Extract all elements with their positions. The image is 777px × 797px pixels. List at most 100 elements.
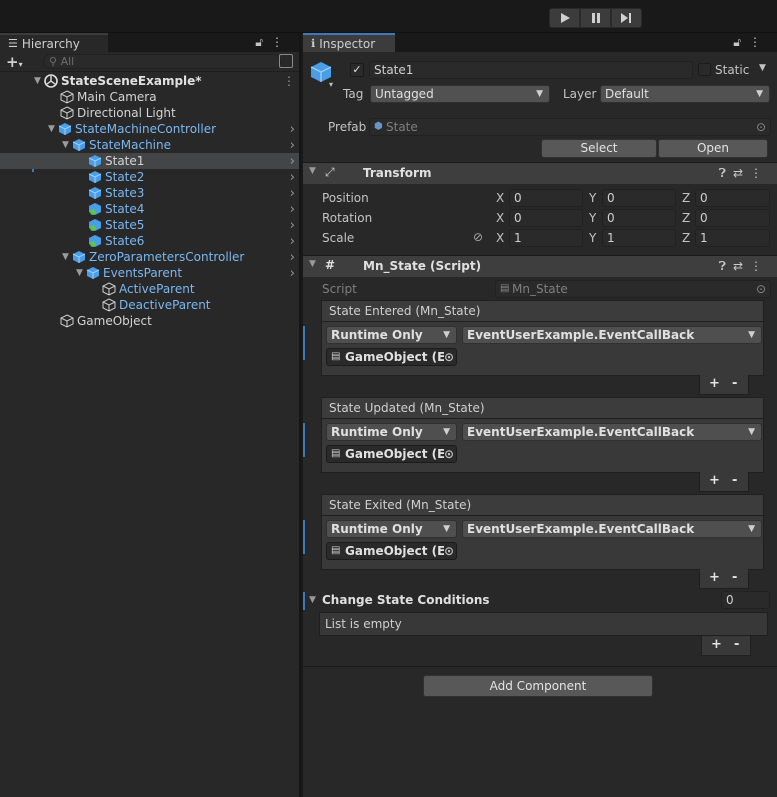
- scale-x-input[interactable]: 1: [509, 229, 583, 247]
- add-component-button[interactable]: Add Component: [423, 675, 653, 697]
- static-dropdown-arrow-icon[interactable]: ▼: [759, 63, 766, 73]
- play-button[interactable]: [549, 8, 580, 28]
- help-icon[interactable]: ❓︎: [719, 259, 733, 273]
- chevron-right-icon[interactable]: ›: [290, 250, 295, 265]
- add-listener-button[interactable]: +: [709, 570, 720, 585]
- more-menu-icon[interactable]: ⋮: [271, 35, 291, 49]
- pause-button[interactable]: [580, 8, 611, 28]
- object-picker-icon[interactable]: ⊙: [756, 119, 766, 135]
- scene-menu-icon[interactable]: ⋮: [283, 74, 295, 88]
- tree-item-gameobject[interactable]: GameObject: [0, 313, 299, 329]
- object-picker-icon[interactable]: ⊙: [756, 281, 766, 297]
- position-x-input[interactable]: 0: [509, 189, 583, 207]
- static-checkbox[interactable]: [698, 63, 711, 76]
- open-button[interactable]: Open: [658, 139, 768, 158]
- tree-item-active-parent[interactable]: ActiveParent: [0, 281, 299, 297]
- tree-item-state2[interactable]: State2 ›: [0, 169, 299, 185]
- active-checkbox[interactable]: ✓: [350, 63, 364, 77]
- chevron-right-icon[interactable]: ›: [290, 202, 295, 217]
- create-button[interactable]: +▾: [6, 53, 23, 71]
- component-menu-icon[interactable]: ⋮: [750, 259, 769, 273]
- tree-item-state-machine[interactable]: ▼ StateMachine ›: [0, 137, 299, 153]
- runtime-mode-dropdown[interactable]: Runtime Only ▼: [326, 326, 457, 344]
- component-menu-icon[interactable]: ⋮: [750, 166, 769, 180]
- target-object-field[interactable]: ▤ GameObject (Ev ⊙: [326, 445, 457, 463]
- search-scene-icon[interactable]: [279, 54, 293, 68]
- rotation-x-input[interactable]: 0: [509, 209, 583, 227]
- change-state-conditions-label[interactable]: Change State Conditions: [322, 593, 490, 607]
- function-dropdown[interactable]: EventUserExample.EventCallBack ▼: [462, 423, 762, 441]
- hierarchy-search-input[interactable]: ⚲ All: [43, 54, 281, 69]
- function-dropdown[interactable]: EventUserExample.EventCallBack ▼: [462, 520, 762, 538]
- object-picker-icon[interactable]: ⊙: [443, 543, 454, 559]
- help-icon[interactable]: ❓︎: [719, 166, 733, 180]
- tree-item-state3[interactable]: State3 ›: [0, 185, 299, 201]
- foldout-arrow-icon[interactable]: ▼: [309, 259, 316, 269]
- tab-hierarchy[interactable]: ☰ Hierarchy: [0, 33, 108, 52]
- chevron-right-icon[interactable]: ›: [290, 266, 295, 281]
- runtime-mode-dropdown[interactable]: Runtime Only ▼: [326, 423, 457, 441]
- position-z-input[interactable]: 0: [695, 189, 770, 207]
- icon-dropdown-arrow-icon[interactable]: ▾: [329, 80, 333, 89]
- tree-item-directional-light[interactable]: Directional Light: [0, 105, 299, 121]
- remove-condition-button[interactable]: -: [734, 637, 739, 652]
- function-dropdown[interactable]: EventUserExample.EventCallBack ▼: [462, 326, 762, 344]
- scene-root[interactable]: ▼ StateSceneExample* ⋮: [0, 73, 299, 89]
- foldout-arrow-icon[interactable]: ▼: [309, 166, 316, 176]
- add-listener-button[interactable]: +: [709, 376, 720, 391]
- object-picker-icon[interactable]: ⊙: [443, 349, 454, 365]
- constrain-proportions-icon[interactable]: ⊘: [473, 230, 483, 244]
- chevron-right-icon[interactable]: ›: [290, 186, 295, 201]
- chevron-right-icon[interactable]: ›: [290, 234, 295, 249]
- tree-item-state6[interactable]: State6 ›: [0, 233, 299, 249]
- chevron-right-icon[interactable]: ›: [290, 170, 295, 185]
- expand-triangle-icon[interactable]: ▼: [62, 252, 72, 262]
- script-component-header[interactable]: ▼ # Mn_State (Script) ❓︎⇄⋮: [303, 255, 777, 277]
- conditions-count-input[interactable]: 0: [721, 591, 770, 609]
- tree-item-state1[interactable]: State1 ›: [0, 153, 299, 169]
- chevron-right-icon[interactable]: ›: [290, 218, 295, 233]
- object-picker-icon[interactable]: ⊙: [443, 446, 454, 462]
- remove-listener-button[interactable]: -: [732, 473, 737, 488]
- runtime-mode-dropdown[interactable]: Runtime Only ▼: [326, 520, 457, 538]
- select-button[interactable]: Select: [541, 139, 657, 158]
- tree-item-zero-parameters-controller[interactable]: ▼ ZeroParametersController ›: [0, 249, 299, 265]
- presets-icon[interactable]: ⇄: [733, 166, 750, 180]
- tree-item-deactive-parent[interactable]: DeactiveParent: [0, 297, 299, 313]
- expand-triangle-icon[interactable]: ▼: [34, 76, 44, 86]
- scale-y-input[interactable]: 1: [602, 229, 676, 247]
- lock-icon[interactable]: 🔓︎: [733, 35, 749, 49]
- lock-icon[interactable]: 🔓︎: [255, 35, 271, 49]
- tag-dropdown[interactable]: Untagged ▼: [370, 85, 550, 103]
- rotation-z-input[interactable]: 0: [695, 209, 770, 227]
- tab-inspector[interactable]: ℹ Inspector: [303, 33, 395, 52]
- add-condition-button[interactable]: +: [711, 637, 722, 652]
- remove-listener-button[interactable]: -: [732, 570, 737, 585]
- tree-item-state4[interactable]: State4 ›: [0, 201, 299, 217]
- expand-triangle-icon[interactable]: ▼: [76, 268, 86, 278]
- target-object-field[interactable]: ▤ GameObject (Ev ⊙: [326, 542, 457, 560]
- scale-z-input[interactable]: 1: [695, 229, 770, 247]
- chevron-right-icon[interactable]: ›: [290, 122, 295, 137]
- add-listener-button[interactable]: +: [709, 473, 720, 488]
- presets-icon[interactable]: ⇄: [733, 259, 750, 273]
- rotation-y-input[interactable]: 0: [602, 209, 676, 227]
- target-object-field[interactable]: ▤ GameObject (Ev ⊙: [326, 348, 457, 366]
- tree-item-main-camera[interactable]: Main Camera: [0, 89, 299, 105]
- position-y-input[interactable]: 0: [602, 189, 676, 207]
- object-name-input[interactable]: State1: [369, 61, 693, 79]
- expand-triangle-icon[interactable]: ▼: [62, 140, 72, 150]
- layer-dropdown[interactable]: Default ▼: [600, 85, 770, 103]
- prefab-asset-field[interactable]: ⬢ State ⊙: [369, 118, 771, 136]
- chevron-right-icon[interactable]: ›: [290, 138, 295, 153]
- transform-header[interactable]: ▼ ⤢ Transform ❓︎⇄⋮: [303, 162, 777, 184]
- more-menu-icon[interactable]: ⋮: [749, 35, 769, 49]
- chevron-right-icon[interactable]: ›: [290, 154, 295, 169]
- tree-item-state5[interactable]: State5 ›: [0, 217, 299, 233]
- tree-item-state-machine-controller[interactable]: ▼ StateMachineController ›: [0, 121, 299, 137]
- tree-item-events-parent[interactable]: ▼ EventsParent ›: [0, 265, 299, 281]
- foldout-arrow-icon[interactable]: ▼: [309, 595, 316, 605]
- expand-triangle-icon[interactable]: ▼: [48, 124, 58, 134]
- step-button[interactable]: [611, 8, 642, 28]
- remove-listener-button[interactable]: -: [732, 376, 737, 391]
